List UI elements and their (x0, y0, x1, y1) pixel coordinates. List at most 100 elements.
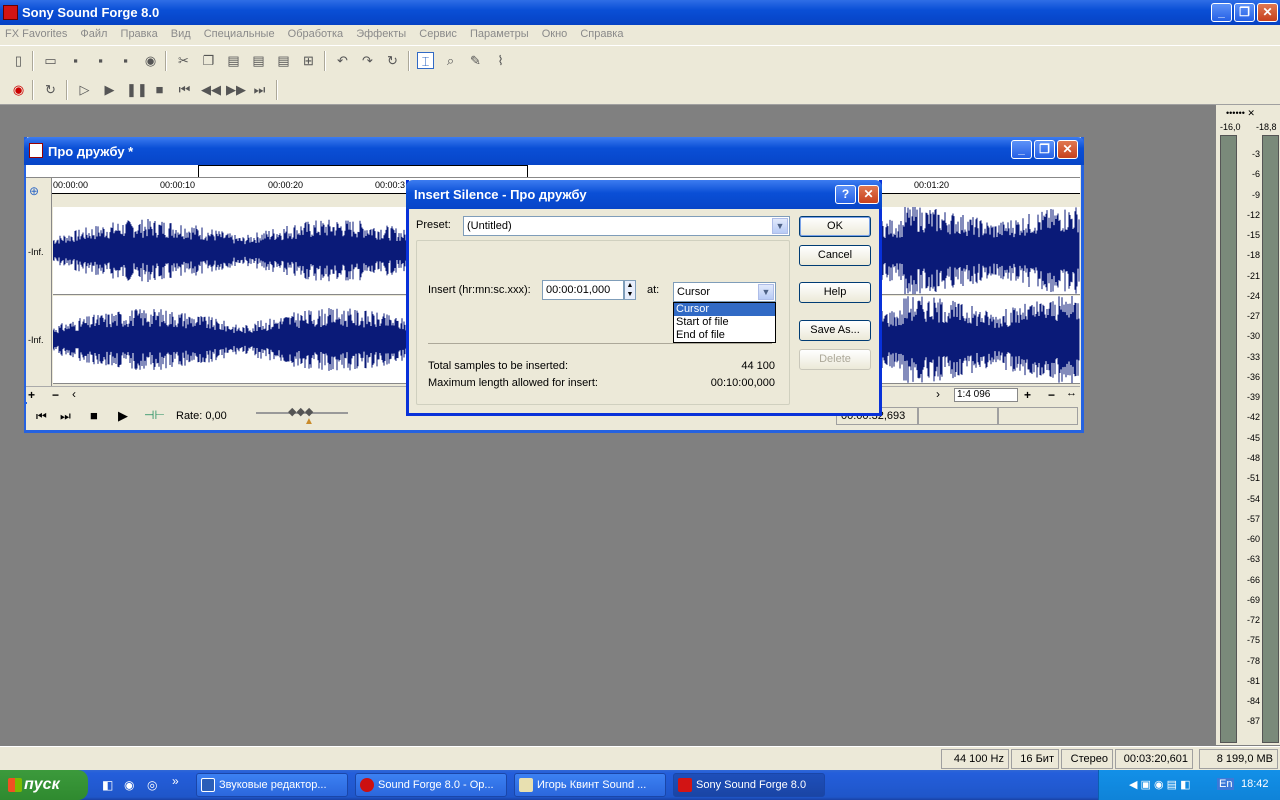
option-end-of-file[interactable]: End of file (674, 329, 775, 342)
copy-icon[interactable]: ❐ (200, 52, 217, 69)
chevron-down-icon[interactable]: ▼ (758, 284, 774, 300)
rewind-icon[interactable]: ◀◀ (201, 81, 221, 98)
paste-icon[interactable]: ▤ (225, 52, 242, 69)
play-icon[interactable]: ▶ (118, 408, 128, 424)
max-length-label: Maximum length allowed for insert: (428, 377, 598, 389)
dw-close-button[interactable]: ✕ (1057, 140, 1078, 159)
zoom-out-icon[interactable]: − (52, 388, 59, 402)
menu-special[interactable]: Специальные (199, 25, 280, 40)
zoom-in-vertical-icon[interactable]: + (1024, 388, 1031, 402)
save-icon[interactable]: ▪ (67, 52, 84, 69)
stop-icon[interactable]: ■ (151, 81, 168, 98)
dialog-close-button[interactable]: ✕ (858, 185, 879, 204)
insert-length-input[interactable]: 00:00:01,000 (542, 280, 624, 300)
task-word[interactable]: Звуковые редактор... (196, 773, 348, 797)
menu-fx-favorites[interactable]: FX Favorites (0, 25, 72, 40)
render-icon[interactable]: ▪ (117, 52, 134, 69)
more-quick-launch-icon[interactable]: » (172, 774, 179, 788)
pause-icon[interactable]: ❚❚ (126, 81, 148, 98)
menu-tools[interactable]: Сервис (414, 25, 462, 40)
new-file-icon[interactable]: ▯ (10, 52, 27, 69)
edit-tool-icon[interactable]: ⌶ (417, 52, 434, 69)
close-button[interactable]: ✕ (1257, 3, 1278, 22)
go-to-start-icon[interactable]: ⏮ (36, 409, 47, 424)
start-button[interactable]: пуск (0, 770, 88, 800)
ok-button[interactable]: OK (799, 216, 871, 237)
go-to-end-icon[interactable]: ⏭ (251, 81, 268, 98)
tray-language[interactable]: En (1217, 778, 1235, 790)
go-to-start-icon[interactable]: ⏮ (176, 81, 193, 98)
paste-new-icon[interactable]: ▤ (275, 52, 292, 69)
redo-icon[interactable]: ↷ (359, 52, 376, 69)
zoom-in-icon[interactable]: + (28, 388, 35, 402)
taskbar: пуск ◧ ◉ ◎ » Звуковые редактор... Sound … (0, 770, 1280, 800)
left-peak-value: -16,0 (1220, 122, 1241, 132)
show-desktop-icon[interactable]: ◧ (102, 778, 113, 792)
meter-scale-label: -3 (1251, 149, 1260, 159)
meter-header[interactable]: •••••• ✕ (1226, 108, 1255, 119)
go-to-end-icon[interactable]: ⏭ (60, 409, 71, 424)
menu-options[interactable]: Параметры (465, 25, 534, 40)
save-as-icon[interactable]: ▪ (92, 52, 109, 69)
minimize-button[interactable]: _ (1211, 3, 1232, 22)
trim-icon[interactable]: ⊞ (300, 52, 317, 69)
menu-effects[interactable]: Эффекты (351, 25, 411, 40)
insert-length-spinner[interactable]: ▲ ▼ (624, 280, 636, 300)
menu-window[interactable]: Окно (537, 25, 573, 40)
chevron-down-icon[interactable]: ▼ (772, 218, 788, 234)
max-length-value: 00:10:00,000 (710, 377, 775, 389)
meter-scale-label: -78 (1246, 655, 1260, 666)
task-sound-forge[interactable]: Sony Sound Forge 8.0 (673, 773, 825, 797)
repeat-icon[interactable]: ↻ (384, 52, 401, 69)
play-all-icon[interactable]: ▷ (76, 81, 93, 98)
open-folder-icon[interactable]: ▭ (42, 52, 59, 69)
cancel-button[interactable]: Cancel (799, 245, 871, 266)
option-cursor[interactable]: Cursor (674, 303, 775, 316)
zoom-out-vertical-icon[interactable]: − (1048, 388, 1055, 402)
magnify-tool-icon[interactable]: ⌕ (442, 52, 459, 69)
toolbar-separator (408, 51, 410, 71)
play-icon[interactable]: ▶ (101, 81, 118, 98)
dw-minimize-button[interactable]: _ (1011, 140, 1032, 159)
chrome-icon[interactable]: ◎ (147, 778, 157, 792)
quick-launch-icon[interactable]: ◉ (124, 778, 134, 792)
menu-file[interactable]: Файл (75, 25, 112, 40)
maximize-button[interactable]: ❐ (1234, 3, 1255, 22)
pencil-tool-icon[interactable]: ✎ (467, 52, 484, 69)
menu-edit[interactable]: Правка (116, 25, 163, 40)
record-icon[interactable]: ◉ (10, 81, 27, 98)
meter-scale-label: -87 (1246, 716, 1260, 727)
meter-scale-label: -33 (1246, 351, 1260, 362)
loop-icon[interactable]: ↻ (42, 81, 59, 98)
option-start-of-file[interactable]: Start of file (674, 316, 775, 329)
toolbar-separator (276, 80, 278, 100)
insert-position-dropdown[interactable]: Cursor ▼ (673, 282, 776, 302)
dialog-help-button[interactable]: ? (835, 185, 856, 204)
task-notepad[interactable]: Игорь Квинт Sound ... (514, 773, 666, 797)
dw-maximize-button[interactable]: ❐ (1034, 140, 1055, 159)
scroll-left-icon[interactable]: ‹ (72, 387, 76, 401)
envelope-tool-icon[interactable]: ⌇ (492, 52, 509, 69)
save-as-button[interactable]: Save As... (799, 320, 871, 341)
snap-icon[interactable]: ⊕ (29, 184, 47, 200)
play-looped-icon[interactable]: ⊣⊢ (144, 408, 165, 422)
menu-view[interactable]: Вид (166, 25, 196, 40)
overview-bar[interactable] (26, 165, 1080, 178)
tray-icons[interactable]: ◀ ▣ ◉ ▤ ◧ (1129, 778, 1190, 791)
meter-scale-label: -12 (1246, 209, 1260, 220)
cut-icon[interactable]: ✂ (175, 52, 192, 69)
fast-forward-icon[interactable]: ▶▶ (226, 81, 246, 98)
mix-icon[interactable]: ▤ (250, 52, 267, 69)
menu-help[interactable]: Справка (575, 25, 628, 40)
zoom-fit-icon[interactable]: ↔ (1066, 387, 1077, 399)
scroll-right-icon[interactable]: › (936, 387, 940, 401)
zoom-ratio-field[interactable]: 1:4 096 (954, 388, 1018, 402)
help-button[interactable]: Help (799, 282, 871, 303)
stop-icon[interactable]: ■ (90, 408, 98, 423)
menu-process[interactable]: Обработка (283, 25, 348, 40)
undo-icon[interactable]: ↶ (334, 52, 351, 69)
task-opera[interactable]: Sound Forge 8.0 - Op... (355, 773, 507, 797)
web-icon[interactable]: ◉ (142, 52, 159, 69)
right-meter-bar (1262, 135, 1279, 743)
preset-dropdown[interactable]: (Untitled) ▼ (463, 216, 790, 236)
